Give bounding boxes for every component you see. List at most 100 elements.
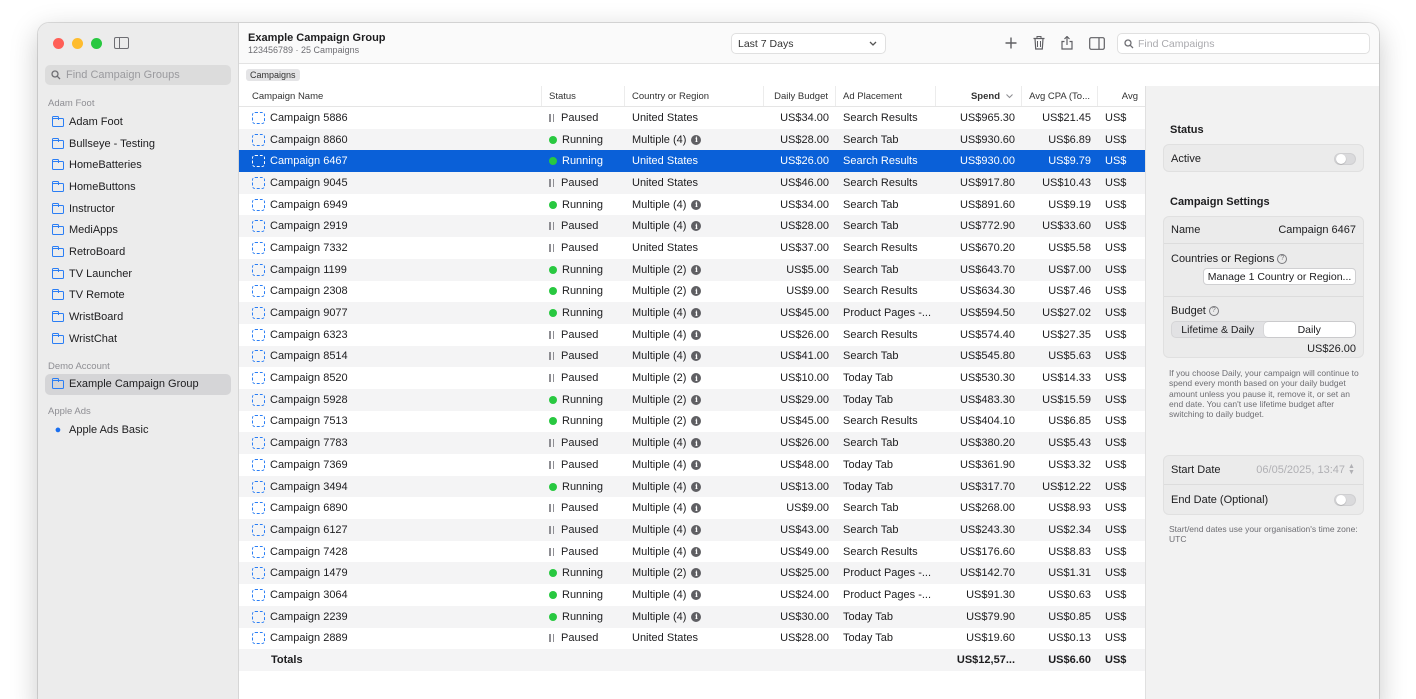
sidebar-item[interactable]: HomeButtons: [45, 176, 231, 198]
sidebar-item[interactable]: ● Apple Ads Basic: [45, 419, 231, 441]
table-row[interactable]: Campaign 7783 Paused Multiple (4) i US$26.00…: [239, 432, 1145, 454]
date-range-select[interactable]: Last 7 Days: [731, 33, 886, 54]
budget-option-daily[interactable]: Daily: [1263, 322, 1355, 337]
spend-cell-text: US$176.60: [959, 545, 1015, 558]
date-stepper-icon[interactable]: ▲ ▼: [1348, 463, 1356, 476]
info-icon[interactable]: i: [691, 459, 702, 470]
info-icon[interactable]: i: [691, 438, 702, 449]
table-row[interactable]: Campaign 9045 Paused United States US$46.00…: [239, 172, 1145, 194]
sidebar-item[interactable]: HomeBatteries: [45, 154, 231, 176]
info-icon[interactable]: i: [691, 481, 702, 492]
table-row[interactable]: Campaign 8860 Running Multiple (4) i US$28.0…: [239, 128, 1145, 151]
column-header-ad-placement[interactable]: Ad Placement: [836, 86, 936, 106]
info-icon[interactable]: i: [691, 264, 702, 275]
campaign-name-value[interactable]: Campaign 6467: [1278, 224, 1356, 236]
table-row[interactable]: Campaign 9077 Running Multiple (4) i US$45.0…: [239, 302, 1145, 324]
zoom-window-button[interactable]: [91, 38, 102, 49]
column-header-avg-cpa[interactable]: Avg CPA (To...: [1022, 86, 1098, 106]
table-row[interactable]: Campaign 3064 Running Multiple (4) i US$24.0…: [239, 584, 1145, 606]
column-header-avg[interactable]: Avg: [1098, 86, 1145, 106]
info-icon[interactable]: i: [691, 373, 702, 384]
table-row[interactable]: Campaign 6890 Paused Multiple (4) i US$9.00 S…: [239, 497, 1145, 519]
add-campaign-button[interactable]: [1002, 34, 1020, 52]
sidebar-toggle-icon[interactable]: [114, 37, 129, 49]
info-icon[interactable]: i: [691, 134, 702, 145]
table-row[interactable]: Campaign 6127 Paused Multiple (4) i US$43.00…: [239, 519, 1145, 541]
table-row[interactable]: Campaign 1199 Running Multiple (2) i US$5.00…: [239, 258, 1145, 281]
sidebar-item[interactable]: WristChat: [45, 328, 231, 350]
table-row[interactable]: Campaign 6949 Running Multiple (4) i US$34.0…: [239, 194, 1145, 216]
info-icon[interactable]: i: [691, 611, 702, 622]
info-icon[interactable]: i: [691, 394, 702, 405]
table-row[interactable]: Campaign 7369 Paused Multiple (4) i US$48.00…: [239, 454, 1145, 476]
table-row[interactable]: Campaign 1479 Running Multiple (2) i US$25.0…: [239, 562, 1145, 585]
manage-countries-button[interactable]: Manage 1 Country or Region...: [1203, 268, 1356, 285]
table-row[interactable]: Campaign 6467 Running United States US$26.0…: [239, 150, 1145, 173]
country-cell: Multiple (4) i: [625, 519, 764, 541]
table-row[interactable]: Campaign 2308 Running Multiple (2) i US$9.00…: [239, 281, 1145, 303]
delete-campaign-button[interactable]: [1030, 34, 1048, 52]
avg-cell: US$: [1098, 281, 1145, 303]
info-icon[interactable]: i: [691, 221, 702, 232]
table-row[interactable]: Campaign 2919 Paused Multiple (4) i US$28.00…: [239, 215, 1145, 238]
column-header-status[interactable]: Status: [542, 86, 625, 106]
sidebar-item[interactable]: WristBoard: [45, 306, 231, 328]
sidebar-item[interactable]: Adam Foot: [45, 111, 231, 133]
campaign-group-list: Adam Foot Adam Foot Bullseye - Testing Home…: [38, 93, 238, 441]
close-window-button[interactable]: [53, 38, 64, 49]
campaign-group-search[interactable]: [45, 65, 231, 85]
sidebar-item[interactable]: TV Launcher: [45, 263, 231, 285]
sidebar-item[interactable]: Example Campaign Group: [45, 373, 231, 396]
sidebar-item[interactable]: Instructor: [45, 198, 231, 220]
table-row[interactable]: Campaign 8514 Paused Multiple (4) i US$41.00…: [239, 345, 1145, 368]
share-button[interactable]: [1058, 34, 1076, 52]
table-row[interactable]: Campaign 7513 Running Multiple (2) i US$45.0…: [239, 411, 1145, 433]
column-header-country[interactable]: Country or Region: [625, 86, 764, 106]
end-date-toggle[interactable]: [1334, 493, 1356, 506]
info-icon[interactable]: i: [691, 503, 702, 514]
info-icon[interactable]: i: [691, 524, 702, 535]
table-row[interactable]: Campaign 6323 Paused Multiple (4) i US$26.00…: [239, 324, 1145, 346]
table-row[interactable]: Campaign 2889 Paused United States US$28.00…: [239, 628, 1145, 650]
breadcrumb[interactable]: Campaigns: [246, 69, 300, 81]
info-icon[interactable]: i: [691, 329, 702, 340]
table-row[interactable]: Campaign 7332 Paused United States US$37.00…: [239, 237, 1145, 259]
campaign-search-input[interactable]: [1138, 37, 1358, 50]
table-row[interactable]: Campaign 5886 Paused United States US$34.00…: [239, 107, 1145, 129]
column-header-daily-budget[interactable]: Daily Budget: [764, 86, 836, 106]
campaign-search[interactable]: [1117, 33, 1370, 54]
table-row[interactable]: Campaign 2239 Running Multiple (4) i US$30.0…: [239, 605, 1145, 628]
start-date-value[interactable]: 06/05/2025, 13:47: [1256, 464, 1345, 476]
sidebar-item[interactable]: Bullseye - Testing: [45, 133, 231, 155]
info-icon[interactable]: i: [691, 199, 702, 210]
table-row[interactable]: Campaign 5928 Running Multiple (2) i US$29.0…: [239, 388, 1145, 411]
country-cell-text: Multiple (4): [632, 458, 687, 471]
table-row[interactable]: Campaign 7428 Paused Multiple (4) i US$49.00…: [239, 541, 1145, 563]
table-row[interactable]: Campaign 3494 Running Multiple (4) i US$13.0…: [239, 475, 1145, 498]
budget-value[interactable]: US$26.00: [1307, 343, 1356, 355]
info-icon[interactable]: i: [691, 546, 702, 557]
avg-cpa-cell-text: US$14.33: [1042, 372, 1091, 385]
info-icon[interactable]: i: [691, 351, 702, 362]
sidebar-item[interactable]: RetroBoard: [45, 241, 231, 263]
info-icon[interactable]: i: [691, 568, 702, 579]
sidebar-item[interactable]: MediApps: [45, 219, 231, 241]
info-icon[interactable]: i: [691, 589, 702, 600]
info-icon[interactable]: i: [691, 286, 702, 297]
help-icon[interactable]: ?: [1208, 306, 1219, 317]
sidebar-item[interactable]: TV Remote: [45, 285, 231, 307]
budget-option-lifetime-daily[interactable]: Lifetime & Daily: [1172, 322, 1264, 337]
info-icon[interactable]: i: [691, 308, 702, 319]
column-header-spend[interactable]: Spend: [936, 86, 1022, 106]
column-header-name[interactable]: Campaign Name: [239, 86, 542, 106]
active-toggle[interactable]: [1334, 152, 1356, 165]
campaign-group-search-input[interactable]: [66, 69, 226, 81]
table-row[interactable]: Campaign 8520 Paused Multiple (2) i US$10.00…: [239, 367, 1145, 389]
info-icon[interactable]: i: [691, 416, 702, 427]
spend-cell-text: US$643.70: [959, 263, 1015, 276]
minimize-window-button[interactable]: [72, 38, 83, 49]
campaigns-table: Campaign Name Status Country or Region D…: [239, 86, 1145, 699]
country-cell: Multiple (2) i: [625, 367, 764, 389]
inspector-toggle-button[interactable]: [1088, 34, 1106, 52]
help-icon[interactable]: ?: [1277, 254, 1288, 265]
